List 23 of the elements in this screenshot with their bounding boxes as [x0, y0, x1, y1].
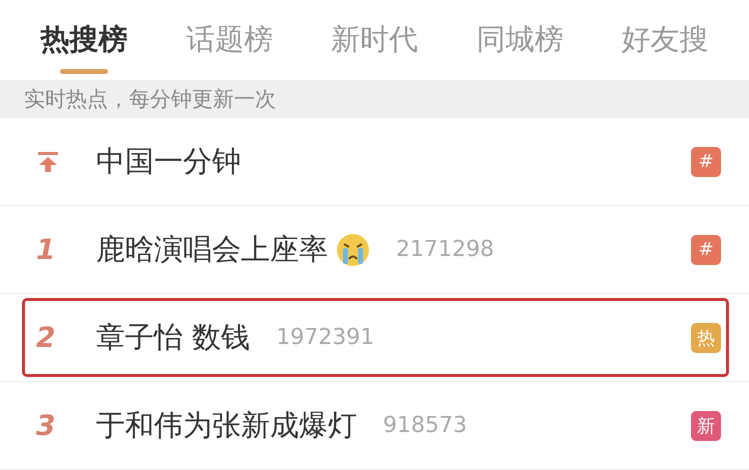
topic-badge: 热 [691, 322, 721, 352]
search-count: 1972391 [276, 325, 374, 350]
tab-underline [60, 69, 108, 74]
search-count: 918573 [383, 413, 467, 438]
rank-number: 3 [36, 409, 56, 442]
topic-title: 于和伟为张新成爆灯 [96, 406, 357, 444]
rank-number: 2 [36, 321, 56, 354]
pin-to-top-icon [36, 150, 60, 174]
notice-text: 实时热点，每分钟更新一次 [24, 86, 276, 113]
hot-search-row[interactable]: 3 于和伟为张新成爆灯 918573 新 [0, 382, 749, 470]
topic-badge: 新 [691, 410, 721, 440]
topic-title: 章子怡 数钱 [96, 318, 250, 356]
topic-badge: # [691, 146, 721, 176]
topic-title: 中国一分钟 [96, 142, 241, 180]
search-count: 2171298 [396, 237, 494, 262]
crying-emoji-icon [336, 232, 370, 266]
hot-search-row[interactable]: 中国一分钟 # [0, 118, 749, 206]
rank-number: 1 [36, 233, 56, 266]
tab[interactable]: 热搜榜 [24, 0, 144, 80]
topic-title: 鹿晗演唱会上座率 [96, 230, 328, 268]
hot-search-row[interactable]: 2 章子怡 数钱 1972391 热 [0, 294, 749, 382]
hot-search-row[interactable]: 1 鹿晗演唱会上座率 2171298 # [0, 206, 749, 294]
topic-badge: # [691, 234, 721, 264]
